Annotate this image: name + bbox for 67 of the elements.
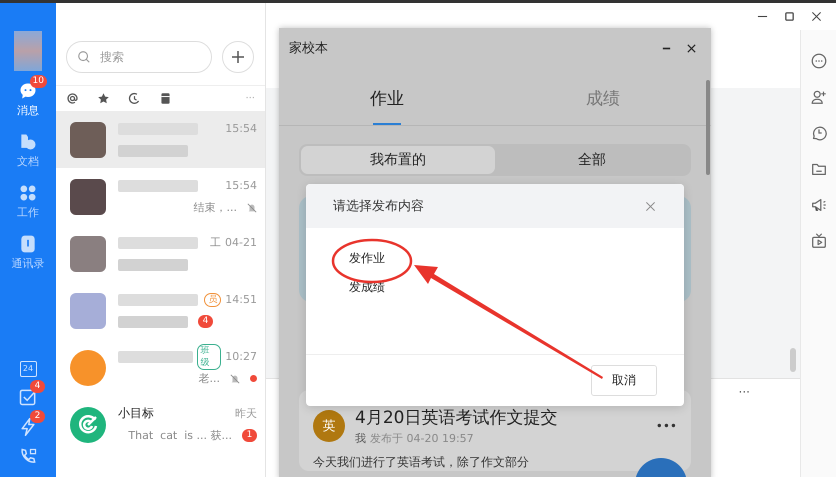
scrollbar-thumb[interactable] [790,348,796,372]
more-button[interactable]: ··· [245,93,255,104]
search-field[interactable]: 搜索 [66,41,212,73]
chat-time: 14:51 [225,293,257,306]
chat-item[interactable]: 班级 10:27 老... [56,339,265,396]
chat-preview: That cat is ... 获... [128,428,232,443]
chat-item[interactable]: 15:54 结束，... [56,168,265,225]
maximize-icon[interactable] [784,11,795,22]
checkbox-icon[interactable] [18,387,38,407]
chat-preview: 结束，... [194,200,237,215]
chat-item[interactable]: 小目标 昨天 That cat is ... 获... 1 [56,396,265,453]
archive-icon[interactable] [159,92,172,105]
post-author: 我 [355,431,366,446]
close-icon[interactable] [811,11,822,22]
chat-time: 15:54 [225,179,257,192]
chat-item[interactable]: 15:54 [56,111,265,168]
search-icon [77,50,91,64]
nav-item[interactable]: 通讯录 [8,232,48,273]
tv-icon[interactable] [810,232,828,250]
blurred-preview [118,144,188,156]
segment-option[interactable]: 全部 [495,146,689,174]
apps-icon [18,183,38,203]
more-button[interactable]: ··· [738,385,750,399]
chat-name: 小目标 [118,405,154,422]
chat-preview: 老... [198,371,220,386]
add-person-icon[interactable] [810,88,828,106]
menu-option[interactable]: 发作业 [349,250,385,267]
avatar-placeholder [14,31,42,71]
post-date: 发布于 04-20 19:57 [370,431,474,446]
post-title: 4月20日英语考试作文提交 [355,407,558,429]
post-text: 今天我们进行了英语考试，除了作文部分 [313,454,529,471]
plus-icon [230,49,246,65]
star-icon[interactable] [97,92,110,105]
chat-time: 昨天 [235,406,257,421]
chat-item[interactable]: 工 04-21 [56,225,265,282]
count-badge: 2 [30,410,45,423]
unread-badge: 4 [198,315,213,328]
avatar-badge: 英 [313,410,345,442]
unread-badge: 1 [242,429,257,442]
nav-item[interactable]: 文档 [13,130,43,171]
megaphone-icon[interactable] [810,196,828,214]
count-badge: 4 [30,380,45,393]
tab[interactable]: 作业 [366,83,408,125]
more-icon[interactable] [810,52,828,70]
chat-tag: 班级 [196,344,222,370]
calendar-button[interactable]: 24 [20,361,36,377]
blurred-preview [118,316,188,328]
nav-item[interactable]: 工作 [13,181,43,222]
unread-badge: 10 [30,75,47,88]
add-button[interactable] [222,41,254,73]
chat-name: 工 [210,235,222,250]
window-title: 家校本 [289,40,328,57]
chat-tag: 员 [204,292,222,306]
more-button[interactable]: ••• [656,419,677,433]
chat-item[interactable]: 员 14:51 4 [56,282,265,339]
chat-time: 15:54 [225,122,257,135]
scrollbar-thumb[interactable] [706,80,710,175]
chat-time: 04-21 [225,236,257,249]
clock-icon[interactable] [128,92,141,105]
dialog-title: 请选择发布内容 [333,198,424,215]
segment-option[interactable]: 我布置的 [301,146,495,174]
at-icon[interactable] [66,92,79,105]
close-icon[interactable] [686,42,697,54]
tab[interactable]: 成绩 [582,83,624,125]
cancel-button[interactable]: 取消 [591,365,657,396]
blurred-preview [118,258,188,270]
chat-time: 10:27 [225,350,257,363]
